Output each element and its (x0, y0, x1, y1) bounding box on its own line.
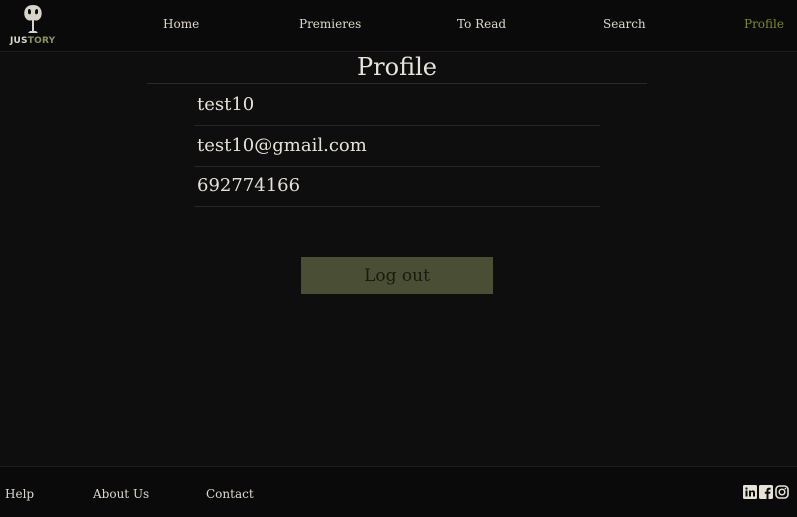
logo[interactable]: JUSTORY (8, 3, 58, 47)
email-field: test10@gmail.com (194, 127, 600, 167)
top-navbar: JUSTORY Home Premieres To Read Search Pr… (0, 0, 797, 52)
nav-search[interactable]: Search (603, 17, 646, 31)
page-title: Profile (147, 52, 647, 84)
footer-about-link[interactable]: About Us (93, 487, 149, 501)
username-field: test10 (194, 86, 600, 126)
nav-home[interactable]: Home (163, 17, 199, 31)
footer-help-link[interactable]: Help (5, 487, 34, 501)
logo-text: JUSTORY (10, 36, 56, 46)
facebook-icon[interactable] (759, 485, 773, 499)
footer: Help About Us Contact (0, 466, 797, 517)
page: JUSTORY Home Premieres To Read Search Pr… (0, 0, 797, 517)
nav-profile[interactable]: Profile (744, 17, 784, 31)
linkedin-icon[interactable] (743, 485, 757, 499)
phone-field: 692774166 (194, 167, 600, 207)
nav-to-read[interactable]: To Read (457, 17, 506, 31)
logout-button[interactable]: Log out (301, 257, 493, 294)
nav-premieres[interactable]: Premieres (299, 17, 361, 31)
instagram-icon[interactable] (775, 485, 789, 499)
book-tree-logo-icon (24, 5, 42, 33)
footer-contact-link[interactable]: Contact (206, 487, 254, 501)
